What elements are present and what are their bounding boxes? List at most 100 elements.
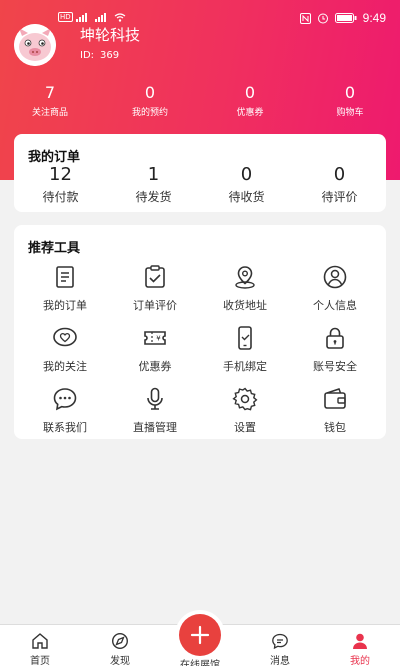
coupon-icon: ¥ bbox=[144, 331, 166, 345]
stat-label: 优惠券 bbox=[236, 108, 264, 118]
phone-icon bbox=[238, 326, 252, 350]
user-id-label: ID: bbox=[80, 50, 95, 61]
nav-home[interactable]: 首页 bbox=[0, 625, 80, 666]
order-pending-receipt[interactable]: 0 待收货 bbox=[200, 164, 293, 205]
order-label: 待发货 bbox=[135, 190, 172, 204]
tool-my-orders[interactable]: 我的订单 bbox=[20, 263, 110, 313]
nav-messages[interactable]: 消息 bbox=[240, 625, 320, 666]
order-pending-shipment[interactable]: 1 待发货 bbox=[107, 164, 200, 205]
tool-label: 个人信息 bbox=[313, 299, 357, 312]
online-hall-plus-button[interactable] bbox=[179, 614, 221, 656]
tool-wallet[interactable]: 钱包 bbox=[290, 385, 380, 435]
stat-coupons[interactable]: 0 优惠券 bbox=[200, 83, 300, 119]
tool-contact-us[interactable]: 联系我们 bbox=[20, 385, 110, 435]
status-bar: HD 9:49 bbox=[0, 0, 400, 36]
stat-label: 关注商品 bbox=[31, 108, 68, 118]
tools-title: 推荐工具 bbox=[28, 241, 81, 256]
tool-live-management[interactable]: 直播管理 bbox=[110, 385, 200, 435]
order-count: 1 bbox=[147, 164, 160, 185]
stat-value: 0 bbox=[344, 83, 356, 102]
avatar[interactable] bbox=[14, 24, 56, 66]
order-pending-review[interactable]: 0 待评价 bbox=[293, 164, 386, 205]
order-label: 待付款 bbox=[42, 190, 79, 204]
clipboard-check-icon bbox=[145, 265, 165, 288]
stat-followed-goods[interactable]: 7 关注商品 bbox=[0, 83, 100, 119]
tool-label: 账号安全 bbox=[313, 360, 357, 373]
nav-label: 消息 bbox=[270, 656, 290, 666]
nfc-icon bbox=[299, 12, 311, 24]
nav-label: 发现 bbox=[110, 656, 130, 666]
signal-icon bbox=[94, 12, 106, 22]
user-id: ID: 369 bbox=[80, 50, 119, 61]
tool-address[interactable]: 收货地址 bbox=[200, 263, 290, 313]
wifi-icon bbox=[114, 12, 126, 22]
tool-account-security[interactable]: 账号安全 bbox=[290, 324, 380, 374]
home-icon bbox=[32, 633, 48, 649]
plus-icon bbox=[190, 625, 210, 645]
gear-icon bbox=[232, 387, 258, 411]
tool-label: 联系我们 bbox=[43, 421, 87, 434]
user-circle-icon bbox=[323, 265, 347, 289]
order-label: 待收货 bbox=[228, 190, 265, 204]
tool-label: 手机绑定 bbox=[223, 360, 267, 373]
tool-label: 设置 bbox=[234, 421, 256, 434]
tool-label: 订单评价 bbox=[133, 299, 177, 312]
tool-label: 钱包 bbox=[324, 421, 346, 434]
hd-badge: HD bbox=[58, 12, 73, 22]
order-count: 0 bbox=[240, 164, 253, 185]
message-icon bbox=[272, 633, 288, 650]
alarm-icon bbox=[317, 13, 328, 24]
location-pin-icon bbox=[235, 266, 255, 289]
discover-icon bbox=[111, 632, 129, 650]
order-pending-payment[interactable]: 12 待付款 bbox=[14, 164, 107, 205]
orders-card: 我的订单 12 待付款 1 待发货 0 待收货 0 待评价 bbox=[14, 134, 386, 212]
battery-icon bbox=[334, 13, 357, 23]
orders-title: 我的订单 bbox=[28, 150, 81, 165]
order-list-icon bbox=[56, 266, 74, 288]
microphone-icon bbox=[147, 387, 163, 410]
tools-card: 推荐工具 我的订单 订单评价 收货地址 个人信息 我的关注 ¥ 优惠券 手机绑定 bbox=[14, 225, 386, 439]
tool-personal-info[interactable]: 个人信息 bbox=[290, 263, 380, 313]
signal-icon bbox=[75, 12, 87, 22]
tool-label: 直播管理 bbox=[133, 421, 177, 434]
user-id-value: 369 bbox=[100, 50, 120, 61]
nav-label: 在线展馆 bbox=[180, 660, 220, 666]
stat-label: 购物车 bbox=[336, 108, 364, 118]
order-label: 待评价 bbox=[321, 190, 358, 204]
tool-label: 我的订单 bbox=[43, 299, 87, 312]
stat-cart[interactable]: 0 购物车 bbox=[300, 83, 400, 119]
stat-value: 0 bbox=[244, 83, 256, 102]
svg-text:¥: ¥ bbox=[156, 335, 161, 343]
stats-row: 7 关注商品 0 我的预约 0 优惠券 0 购物车 bbox=[0, 83, 400, 119]
nav-label: 我的 bbox=[350, 656, 370, 666]
nav-discover[interactable]: 发现 bbox=[80, 625, 160, 666]
wallet-icon bbox=[324, 388, 346, 409]
stat-label: 我的预约 bbox=[131, 108, 168, 118]
nav-label: 首页 bbox=[30, 656, 50, 666]
tools-grid: 我的订单 订单评价 收货地址 个人信息 我的关注 ¥ 优惠券 手机绑定 账号安全 bbox=[20, 263, 380, 435]
tool-coupons[interactable]: ¥ 优惠券 bbox=[110, 324, 200, 374]
status-left: HD bbox=[58, 12, 126, 22]
nav-mine[interactable]: 我的 bbox=[320, 625, 400, 666]
tool-order-review[interactable]: 订单评价 bbox=[110, 263, 200, 313]
lock-icon bbox=[326, 327, 344, 349]
tool-label: 收货地址 bbox=[223, 299, 267, 312]
heart-chat-icon bbox=[53, 327, 77, 347]
order-count: 0 bbox=[333, 164, 346, 185]
order-count: 12 bbox=[49, 164, 72, 185]
tool-phone-binding[interactable]: 手机绑定 bbox=[200, 324, 290, 374]
order-status-row: 12 待付款 1 待发货 0 待收货 0 待评价 bbox=[14, 164, 386, 205]
user-icon bbox=[353, 633, 367, 649]
username: 坤轮科技 bbox=[80, 26, 141, 44]
tool-label: 我的关注 bbox=[43, 360, 87, 373]
tool-settings[interactable]: 设置 bbox=[200, 385, 290, 435]
tool-label: 优惠券 bbox=[138, 360, 172, 373]
chat-bubble-icon bbox=[53, 388, 77, 411]
pig-face-icon bbox=[14, 24, 56, 66]
tool-my-follows[interactable]: 我的关注 bbox=[20, 324, 110, 374]
stat-value: 0 bbox=[144, 83, 156, 102]
stat-value: 7 bbox=[44, 83, 56, 102]
status-right: 9:49 bbox=[299, 11, 386, 25]
stat-reservations[interactable]: 0 我的预约 bbox=[100, 83, 200, 119]
clock: 9:49 bbox=[362, 11, 386, 25]
